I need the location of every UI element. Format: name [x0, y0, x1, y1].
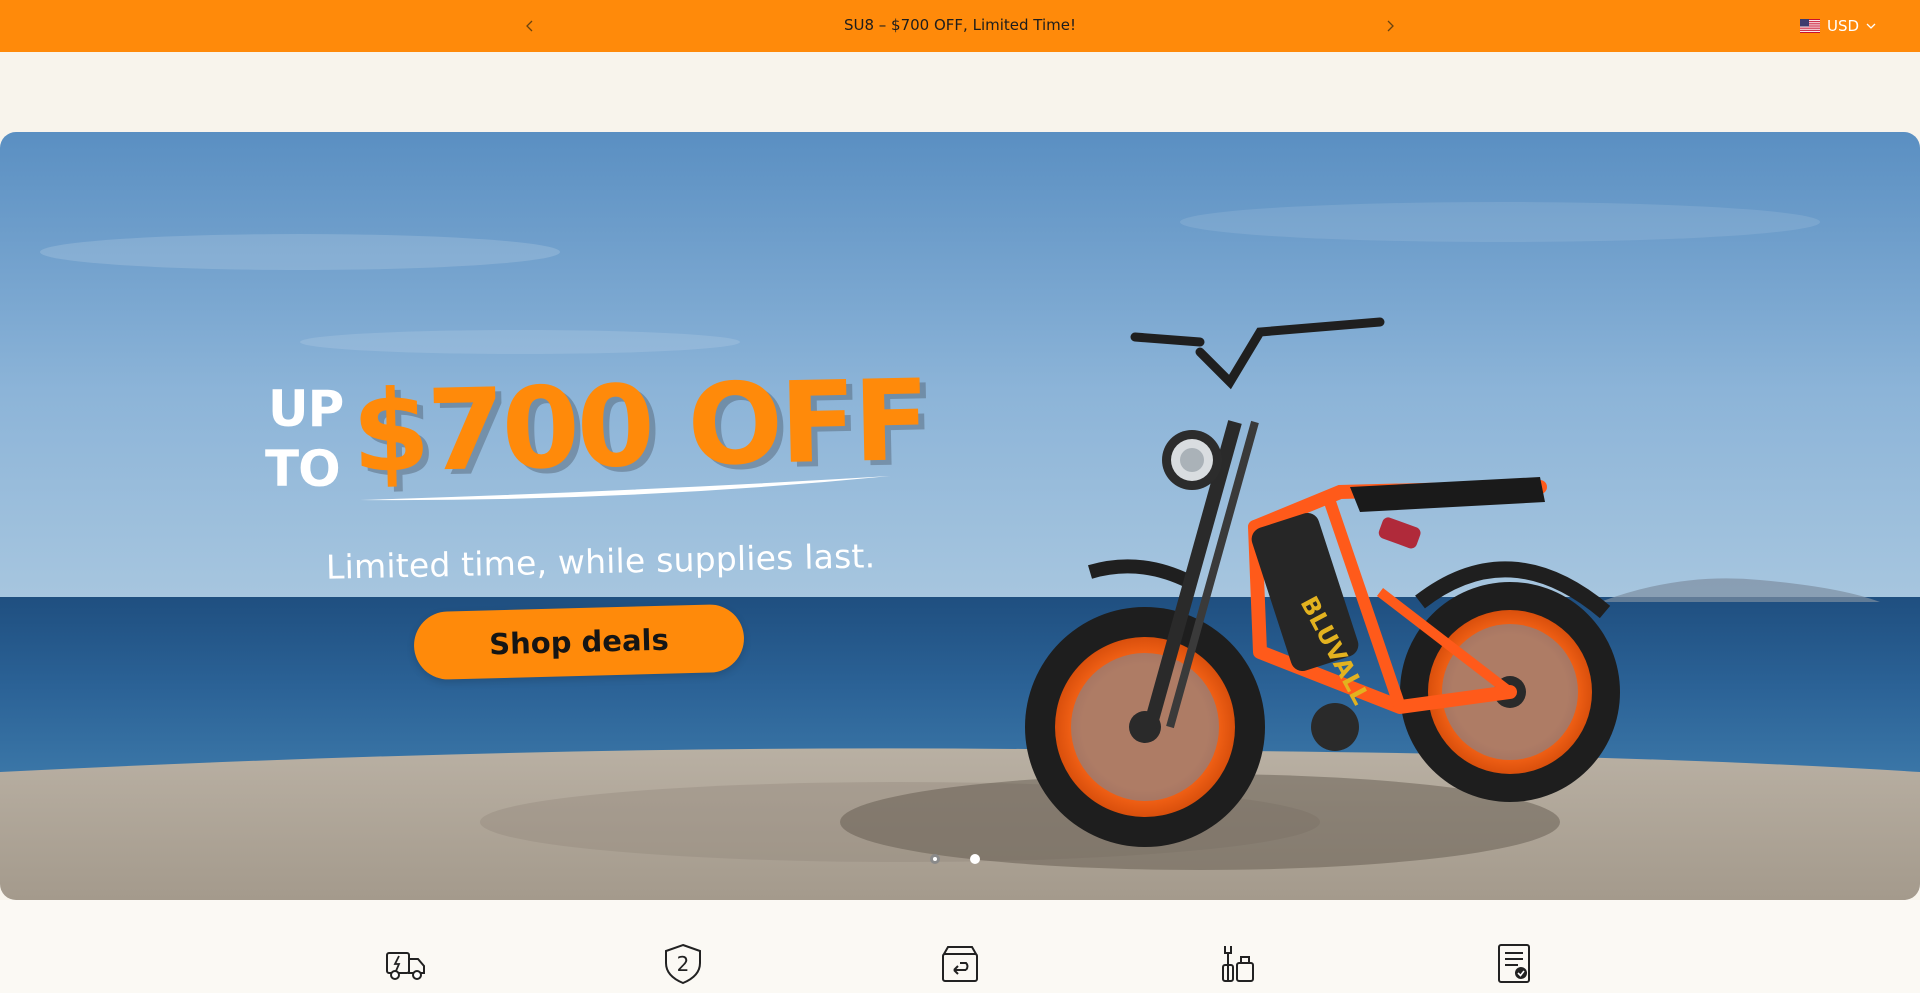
shop-deals-button[interactable]: Shop deals	[413, 603, 745, 681]
svg-text:2: 2	[677, 952, 690, 976]
slider-pagination	[930, 854, 980, 864]
announcement-bar: SU8 – $700 OFF, Limited Time! USD	[0, 0, 1920, 52]
hero-headline-up: UP	[268, 380, 344, 438]
hero-banner: BLUVALL UP TO $700 OFF Limited time, whi…	[0, 132, 1920, 900]
swoosh-underline-icon	[360, 476, 890, 501]
feature-icons-row: 2	[0, 900, 1920, 993]
header	[0, 52, 1920, 132]
slider-dot-1[interactable]	[930, 854, 940, 864]
hero-headline-to: TO	[265, 440, 341, 498]
currency-code: USD	[1827, 17, 1860, 35]
service-tools-icon	[1215, 942, 1259, 986]
announcement-next-button[interactable]	[1378, 14, 1402, 38]
chevron-right-icon	[1387, 20, 1394, 32]
fast-delivery-truck-icon	[384, 942, 428, 986]
currency-selector[interactable]: USD	[1800, 15, 1876, 37]
certificate-document-icon	[1492, 942, 1536, 986]
slider-dot-2[interactable]	[970, 854, 980, 864]
two-year-warranty-shield-icon: 2	[661, 942, 705, 986]
us-flag-icon	[1800, 19, 1820, 33]
return-box-icon	[938, 942, 982, 986]
chevron-down-icon	[1866, 23, 1876, 29]
hero-background-image: BLUVALL	[0, 132, 1920, 900]
announcement-message[interactable]: SU8 – $700 OFF, Limited Time!	[0, 16, 1920, 34]
